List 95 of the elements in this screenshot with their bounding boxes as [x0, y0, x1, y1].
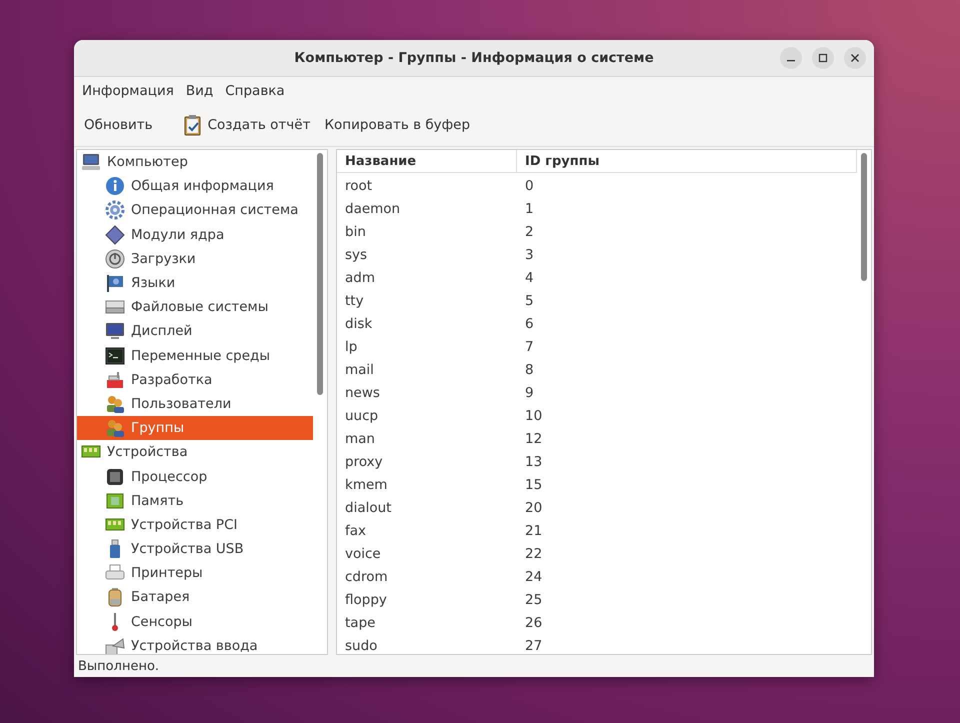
tree-item[interactable]: Память [77, 488, 313, 513]
table-cell-text: 1 [524, 200, 534, 216]
memory-icon [105, 490, 125, 511]
table-cell-text: 8 [524, 362, 534, 378]
toolbar-button[interactable]: Копировать в буфер [318, 113, 476, 137]
table-cell-text: 25 [524, 592, 542, 608]
table-cell-text: 10 [524, 408, 542, 424]
tree-item[interactable]: Модули ядра [77, 222, 313, 247]
table-cell-text: lp [344, 338, 358, 354]
table-cell-text: proxy [344, 454, 384, 470]
status-text: Выполнено. [78, 658, 160, 674]
table-cell-text: 13 [524, 454, 542, 470]
computer-icon [81, 152, 101, 172]
tree-item[interactable]: Батарея [77, 585, 313, 610]
table-cell-text: 15 [524, 476, 542, 492]
scrollbar[interactable] [317, 153, 323, 395]
table-cell-text: 24 [524, 568, 542, 584]
close-button[interactable] [844, 47, 866, 69]
tree-item[interactable]: Устройства [77, 440, 313, 464]
table-cell-text: 27 [524, 638, 542, 654]
table-cell-text: tty [344, 292, 365, 308]
table-cell-text: mail [344, 362, 375, 378]
table-cell-text: cdrom [344, 568, 389, 584]
tree-item[interactable]: Принтеры [77, 561, 313, 586]
table-cell-text: floppy [344, 592, 388, 608]
flag-icon [105, 273, 125, 294]
table-cell-text: disk [344, 316, 374, 332]
table-cell-text: 3 [524, 246, 534, 262]
clipboard-icon [182, 114, 203, 136]
table-cell-text: 22 [524, 546, 542, 562]
table-cell-text: 12 [524, 430, 542, 446]
chip-icon [105, 466, 125, 487]
toolbar-button[interactable]: Создать отчёт [176, 110, 316, 140]
monitor-icon [105, 321, 125, 342]
tree-item[interactable]: Сенсоры [77, 610, 313, 634]
menu-item[interactable]: Справка [219, 80, 291, 102]
minimize-button[interactable] [780, 47, 802, 69]
table-cell-text: tape [344, 614, 376, 630]
table-cell-text: man [344, 430, 376, 446]
table-cell-text: 9 [524, 384, 534, 400]
window-title: Компьютер - Группы - Информация о системе [294, 50, 654, 66]
tree-item[interactable]: Устройства PCI [77, 512, 313, 537]
maximize-button[interactable] [812, 47, 834, 69]
table-cell-text: 26 [524, 614, 542, 630]
tree-item[interactable]: Общая информация [77, 174, 313, 198]
tree-item[interactable]: Разработка [77, 368, 313, 392]
maximize-icon [818, 53, 828, 63]
power-icon [105, 248, 125, 269]
table-cell-text: 6 [524, 316, 534, 332]
table-cell-text: root [344, 178, 374, 194]
minimize-icon [787, 60, 795, 62]
menu-item[interactable]: Вид [180, 80, 220, 102]
tree-item[interactable]: Переменные среды [77, 344, 313, 368]
diamond-icon [105, 224, 125, 245]
table-cell-text: 21 [524, 522, 542, 538]
close-icon [850, 53, 860, 63]
scrollbar[interactable] [861, 153, 867, 281]
tree-item[interactable]: Устройства USB [77, 537, 313, 562]
info-icon [105, 176, 125, 196]
table-cell-text: voice [344, 546, 382, 562]
table-cell-text: 2 [524, 224, 534, 240]
menu-item[interactable]: Информация [76, 80, 180, 102]
tree-item[interactable]: Операционная система [77, 198, 313, 223]
column-header[interactable]: ID группы [517, 150, 857, 172]
tree-item[interactable]: Языки [77, 270, 313, 296]
terminal-icon [105, 346, 125, 366]
table-cell-text: sudo [344, 638, 378, 654]
table-cell-text: news [344, 384, 381, 400]
gear-icon [105, 200, 125, 220]
tree-item[interactable]: Устройства ввода [77, 634, 313, 654]
tree-item[interactable]: Группы [77, 416, 313, 440]
table-cell-text: adm [344, 270, 376, 286]
users-icon [105, 418, 125, 438]
table-cell-text: bin [344, 224, 367, 240]
tree-item[interactable]: Файловые системы [77, 295, 313, 320]
table-cell-text: 20 [524, 500, 542, 516]
table-cell-text: uucp [344, 408, 380, 424]
table-cell-text: sys [344, 246, 368, 262]
tree-item[interactable]: Процессор [77, 464, 313, 489]
table-cell-text: 0 [524, 178, 534, 194]
users-icon [105, 394, 125, 414]
table-cell-text: dialout [344, 500, 392, 516]
tree-item[interactable]: Компьютер [77, 150, 313, 174]
tree-item[interactable]: Дисплей [77, 319, 313, 344]
table-cell-text: kmem [344, 476, 388, 492]
table-cell-text: 5 [524, 292, 534, 308]
tree-item[interactable]: Пользователи [77, 392, 313, 416]
column-header[interactable]: Название [337, 150, 517, 172]
table-cell-text: daemon [344, 200, 402, 216]
toolbox-icon [105, 370, 125, 390]
table-cell-text: fax [344, 522, 368, 538]
table-cell-text: 4 [524, 270, 534, 286]
toolbar-button[interactable]: Обновить [78, 113, 159, 137]
tree-item[interactable]: Загрузки [77, 246, 313, 271]
table-cell-text: 7 [524, 338, 534, 354]
